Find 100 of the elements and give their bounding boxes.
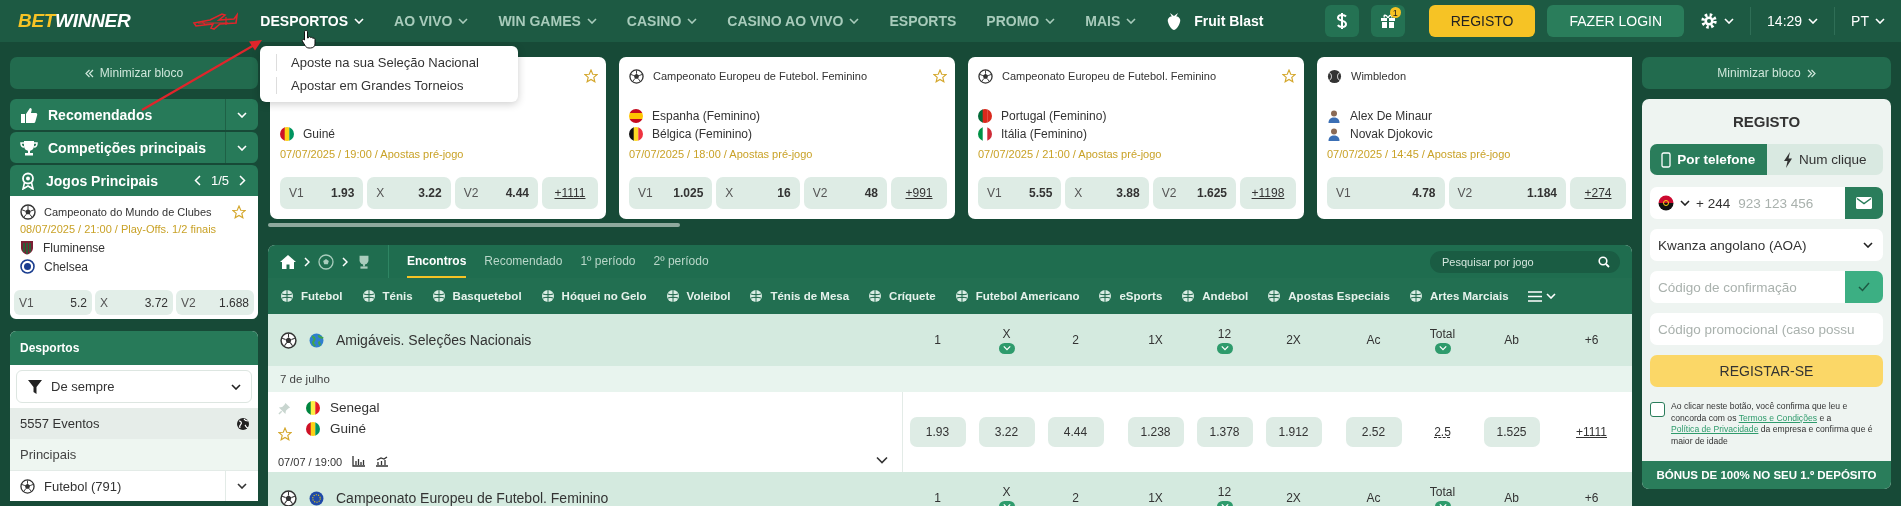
promo-code-field[interactable]: Código promocional (caso possu (1650, 313, 1883, 345)
search-input[interactable]: Pesquisar por jogo (1440, 254, 1598, 269)
deposit-button[interactable] (1324, 5, 1359, 37)
sport-tab[interactable]: Andebol (1181, 289, 1249, 303)
more-bets-link[interactable]: +274 (1570, 177, 1626, 209)
minimize-block-button[interactable]: Minimizar bloco (10, 57, 258, 89)
nav-link[interactable]: ESPORTS (889, 13, 957, 29)
expand-toggle[interactable] (1216, 342, 1233, 354)
sport-tab[interactable]: Futebol Americano (954, 289, 1080, 303)
star-icon[interactable] (278, 427, 292, 441)
odds-button[interactable]: X 3.72 (95, 290, 173, 315)
sport-tab[interactable]: Hóquei no Gelo (540, 289, 647, 303)
sport-list-item[interactable]: Futebol (791) (10, 470, 258, 501)
search-field[interactable]: Pesquisar por jogo (1430, 250, 1620, 273)
nav-link[interactable]: AO VIVO (394, 13, 469, 29)
column-header[interactable]: Total (1408, 326, 1477, 354)
odds-button[interactable]: V2 4.44 (454, 177, 538, 209)
odds-button[interactable]: X 3.88 (1065, 177, 1149, 209)
sport-tab[interactable]: Críquete (868, 289, 936, 303)
sport-tab[interactable]: Ténis (361, 289, 413, 303)
column-header[interactable]: +6 (1557, 333, 1626, 347)
nav-link[interactable]: MAIS (1085, 13, 1137, 29)
plane-icon[interactable] (192, 11, 239, 31)
match-card[interactable]: Campeonato Europeu de Futebol. Feminino Portugal (Feminino) Itália (Feminino) 07/07/2025 / 21:00 / Apostas pré-jogo V1 5.55 X 3.88 V2 1.625 +1198 (968, 57, 1304, 219)
match-card[interactable]: Campeonato do Mundo de Clubes 08/07/2025 / 21:00 / Play-Offs. 1/2 finais Fluminense Chelsea V1 5.2 X 3.72 V2 1.688 (10, 196, 258, 319)
sport-tab[interactable]: Artes Marciais (1408, 289, 1509, 303)
nav-link[interactable]: WIN GAMES (498, 13, 597, 29)
nav-link[interactable]: Fruit Blast (1166, 11, 1264, 31)
column-header[interactable]: X (972, 484, 1041, 506)
odds-button[interactable]: V2 1.625 (1152, 177, 1236, 209)
column-header[interactable]: Ac (1339, 333, 1408, 347)
odds-button[interactable]: 1.238 (1127, 417, 1184, 447)
login-button[interactable]: FAZER LOGIN (1547, 5, 1685, 37)
odds-button[interactable]: X 3.22 (367, 177, 451, 209)
star-icon[interactable] (1282, 69, 1296, 83)
register-button[interactable]: REGISTAR-SE (1650, 355, 1883, 387)
checkbox[interactable] (1650, 402, 1665, 417)
sidebar-section[interactable]: Competições principais (10, 132, 258, 163)
star-icon[interactable] (232, 205, 246, 219)
column-header[interactable]: 2 (1041, 333, 1110, 347)
sport-tab[interactable]: Ténis de Mesa (749, 289, 850, 303)
column-header[interactable]: 2 (1041, 491, 1110, 505)
column-header[interactable]: +6 (1557, 491, 1626, 505)
register-button[interactable]: REGISTO (1428, 5, 1536, 37)
bar-chart-icon[interactable] (352, 456, 366, 468)
odds-button[interactable]: 1.378 (1196, 417, 1253, 447)
column-header[interactable]: 12 (1190, 326, 1259, 354)
more-bets-link[interactable]: +1111 (1576, 425, 1607, 439)
column-header[interactable]: 1 (903, 333, 972, 347)
scrollbar[interactable] (268, 223, 680, 227)
time-button[interactable]: 14:29 (1759, 5, 1827, 37)
odds-button[interactable]: 1.912 (1265, 417, 1322, 447)
odds-button[interactable]: V2 1.688 (176, 290, 254, 315)
nav-link[interactable]: DESPORTOS (260, 13, 364, 29)
chevron-left-icon[interactable] (193, 175, 201, 186)
odds-button[interactable]: V1 1.025 (629, 177, 713, 209)
column-header[interactable]: 1X (1121, 333, 1190, 347)
more-sports-button[interactable] (1527, 290, 1556, 302)
odds-button[interactable]: 4.44 (1047, 417, 1104, 447)
column-header[interactable]: 2X (1259, 491, 1328, 505)
sport-tab[interactable]: Voleibol (665, 289, 731, 303)
odds-button[interactable]: V1 5.2 (14, 290, 92, 315)
period-dropdown[interactable]: De sempre (16, 370, 252, 403)
expand-toggle[interactable] (1434, 342, 1451, 354)
menu-item[interactable]: Aposte na sua Seleção Nacional (276, 54, 518, 71)
odds-button[interactable]: 1.525 (1483, 417, 1540, 447)
odds-button[interactable]: 1.93 (909, 417, 966, 447)
tab[interactable]: Recomendado (484, 245, 563, 278)
odds-button[interactable]: V1 4.78 (1327, 177, 1445, 209)
logo[interactable]: BETWINNER (18, 10, 131, 32)
sport-tab[interactable]: Basquetebol (431, 289, 522, 303)
stats-icon[interactable] (375, 456, 389, 468)
column-header[interactable]: Total (1408, 484, 1477, 506)
sport-tab[interactable]: eSports (1098, 289, 1163, 303)
match-card[interactable]: Campeonato Europeu de Futebol. Feminino Espanha (Feminino) Bélgica (Feminino) 07/07/2025 / 18:00 / Apostas pré-jogo V1 1.025 X 16 V2 48 +991 (619, 57, 955, 219)
nav-link[interactable]: CASINO AO VIVO (727, 13, 860, 29)
odds-button[interactable]: V1 1.93 (280, 177, 364, 209)
home-icon[interactable] (280, 254, 296, 269)
sport-tab[interactable]: Futebol (280, 289, 343, 303)
gift-button[interactable]: 1 (1370, 5, 1405, 37)
sidebar-section[interactable]: Recomendados (10, 99, 258, 130)
star-icon[interactable] (584, 69, 598, 83)
more-bets-link[interactable]: +991 (891, 177, 947, 209)
currency-dropdown[interactable]: Kwanza angolano (AOA) (1650, 229, 1883, 261)
globe-icon[interactable] (236, 416, 250, 431)
league-header[interactable]: Campeonato Europeu de Futebol. Feminino 1 X 2 1X 12 2X Ac Total Ab +6 (268, 472, 1632, 506)
league-header[interactable]: Amigáveis. Seleções Nacionais 1 X 2 1X 12 2X Ac Total Ab +6 (268, 314, 1632, 366)
chevron-right-icon[interactable] (239, 175, 246, 186)
menu-item[interactable]: Apostar em Grandes Torneios (276, 77, 518, 94)
ball-icon[interactable] (318, 253, 334, 270)
column-header[interactable]: 12 (1190, 484, 1259, 506)
more-bets-link[interactable]: +1111 (542, 177, 598, 209)
column-header[interactable]: Ab (1477, 491, 1546, 505)
phone-field[interactable]: + 244 923 123 456 (1650, 187, 1845, 219)
column-header[interactable]: 1 (903, 491, 972, 505)
tab[interactable]: 1º período (580, 245, 636, 278)
odds-button[interactable]: V2 48 (803, 177, 887, 209)
odds-button[interactable]: 3.22 (978, 417, 1035, 447)
chevron-down-icon[interactable] (876, 456, 888, 464)
sport-tab[interactable]: Apostas Especiais (1267, 289, 1390, 303)
